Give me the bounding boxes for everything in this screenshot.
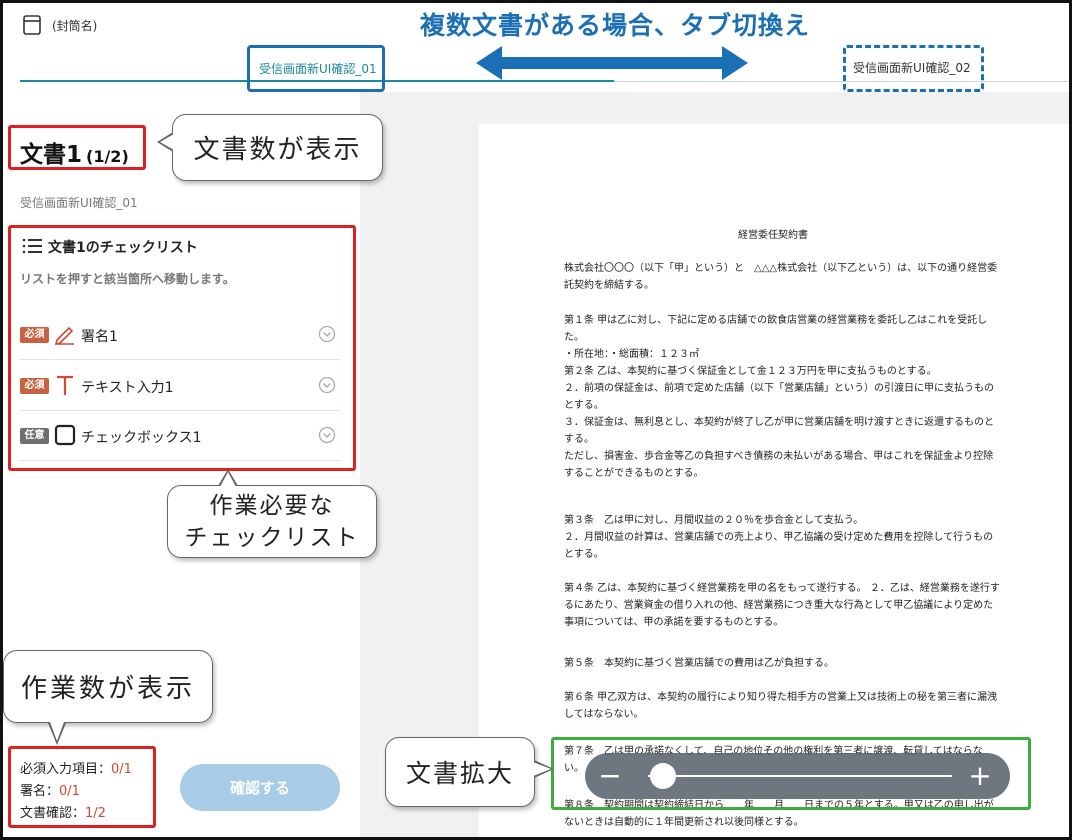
- envelope-name: (封筒名): [52, 19, 98, 33]
- tab-switch-annotation: 複数文書がある場合、タブ切換え: [420, 11, 811, 40]
- document-paragraph: 第１条 甲は乙に対し、下記に定める店舗での飲食店営業の経営業務を委託し乙はこれを…: [564, 315, 994, 479]
- callout-document-count-text: 文書数が表示: [193, 135, 362, 165]
- confirm-button[interactable]: 確認する: [180, 764, 340, 811]
- document-paragraph: 第４条 乙は、本契約に基づく経営業務を甲の名をもって遂行する。 ２．乙は、経営業…: [564, 583, 1000, 628]
- document-title-highlight-box: [8, 125, 146, 170]
- checklist-item-label: テキスト入力1: [81, 380, 174, 396]
- required-badge: 必須: [20, 378, 49, 394]
- callout-work-count-text: 作業数が表示: [20, 674, 195, 704]
- document-paragraph: 第５条 本契約に基づく営業店舗での費用は乙が負担する。: [564, 658, 834, 669]
- document-paragraph: 第６条 甲乙双方は、本契約の履行により知り得た相手方の営業上又は技術上の秘を第三…: [564, 692, 997, 720]
- required-badge: 必須: [20, 327, 49, 343]
- checklist-item-checkbox[interactable]: 任意 チェックボックス1: [20, 411, 340, 461]
- chevron-down-icon[interactable]: [318, 376, 336, 394]
- chevron-down-icon[interactable]: [318, 325, 336, 343]
- callout-zoom-text: 文書拡大: [405, 759, 514, 788]
- checkbox-icon: [54, 424, 76, 446]
- document-heading: 経営委任契約書: [738, 230, 808, 241]
- callout-checklist: 作業必要な チェックリスト: [167, 469, 377, 558]
- tab-1-highlight-box: [247, 45, 385, 92]
- zoom-highlight-box: [551, 737, 1031, 810]
- optional-badge: 任意: [20, 428, 49, 444]
- list-icon: [22, 238, 42, 254]
- progress-signature: 署名：0/1: [20, 784, 80, 799]
- text-t-icon: [57, 375, 73, 395]
- checklist-item-label: 署名1: [81, 329, 118, 345]
- document-name: 受信画面新UI確認_01: [20, 196, 138, 210]
- callout-work-count: 作業数が表示: [3, 650, 213, 745]
- checklist-item-signature[interactable]: 必須 署名1: [20, 310, 340, 360]
- double-arrow-icon: [476, 46, 748, 80]
- callout-document-count: 文書数が表示: [157, 114, 383, 181]
- chevron-down-icon[interactable]: [318, 426, 336, 444]
- pen-icon: [54, 326, 74, 345]
- checklist-item-text-input[interactable]: 必須 テキスト入力1: [20, 361, 340, 411]
- callout-checklist-line1: 作業必要な: [209, 492, 335, 519]
- tab-2-highlight-box: [843, 45, 984, 92]
- checklist-hint: リストを押すと該当箇所へ移動します。: [20, 272, 235, 286]
- envelope-icon: [23, 15, 41, 35]
- document-paragraph: 第３条 乙は甲に対し、月間収益の２０％を歩合金として支払う。 ２．月間収益の計算…: [564, 515, 994, 560]
- callout-zoom: 文書拡大: [385, 737, 554, 807]
- callout-checklist-line2: チェックリスト: [184, 524, 360, 551]
- checklist-title: 文書1のチェックリスト: [48, 240, 198, 256]
- progress-required: 必須入力項目：0/1: [20, 762, 132, 777]
- document-paragraph: 株式会社〇〇〇（以下「甲」という）と △△△株式会社（以下乙という）は、以下の通…: [564, 263, 998, 291]
- progress-document-confirm: 文書確認：1/2: [20, 806, 106, 821]
- checklist-item-label: チェックボックス1: [81, 430, 202, 446]
